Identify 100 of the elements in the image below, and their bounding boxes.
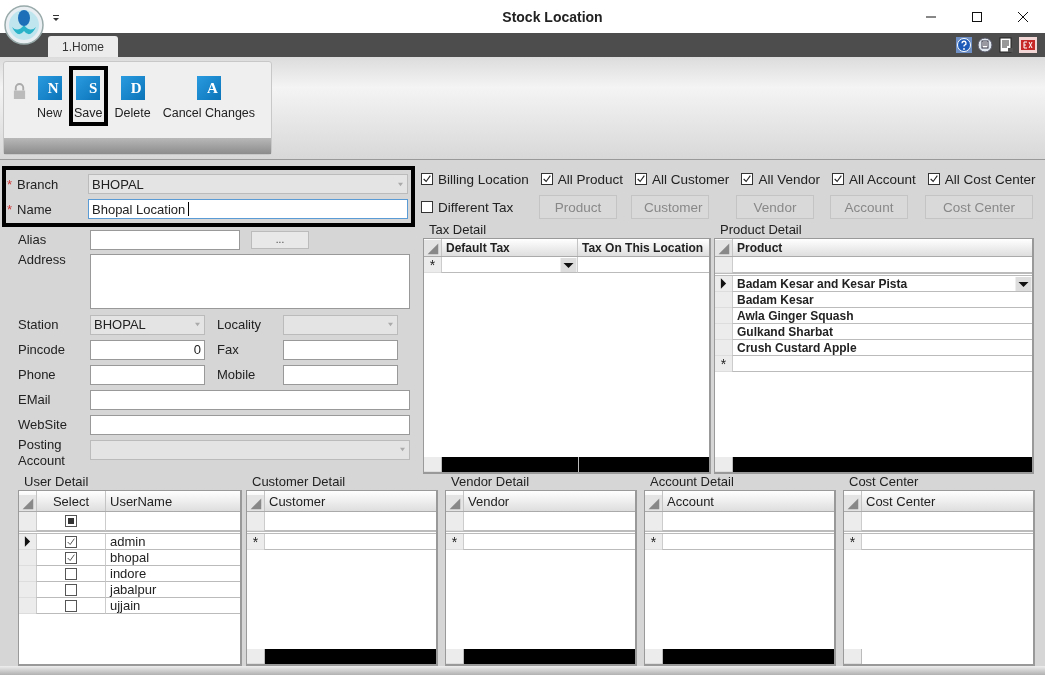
phone-field[interactable] <box>90 364 205 385</box>
table-cell[interactable]: admin <box>105 534 240 550</box>
address-field[interactable] <box>90 254 410 309</box>
corner-icon <box>446 495 463 511</box>
checkbox-label: All Cost Center <box>944 171 1036 187</box>
checkbox[interactable] <box>635 173 648 185</box>
toolbar-button[interactable]: A Cancel Changes <box>157 66 261 126</box>
filter-cell[interactable] <box>732 257 1032 273</box>
field-label: EMail <box>18 392 52 407</box>
checkbox[interactable] <box>65 551 77 564</box>
column-header[interactable]: Select <box>36 491 105 511</box>
row-pointer-icon <box>24 536 31 547</box>
column-header[interactable]: Tax On This Location <box>577 239 709 256</box>
filter-cell[interactable] <box>861 512 1033 531</box>
table-cell[interactable]: Crush Custard Apple <box>732 340 1032 356</box>
caret-icon <box>397 181 404 187</box>
table-cell[interactable] <box>463 534 635 550</box>
table-cell[interactable]: Awla Ginger Squash <box>732 308 1032 324</box>
close-icon[interactable] <box>1017 10 1029 23</box>
checkbox[interactable] <box>65 535 77 548</box>
pincode-field[interactable]: 0 <box>90 339 205 360</box>
filter-cell[interactable] <box>264 512 436 531</box>
dropdown-icon[interactable] <box>560 257 577 272</box>
table-cell[interactable]: bhopal <box>105 550 240 566</box>
checkbox[interactable] <box>421 173 433 185</box>
field-label: * Name <box>6 201 53 217</box>
dropdown-icon[interactable] <box>1015 276 1032 291</box>
field-label: Address <box>18 252 67 267</box>
table-cell[interactable] <box>662 534 834 550</box>
row-header <box>844 649 861 664</box>
checkbox-label: All Vendor <box>758 171 820 187</box>
checkbox[interactable] <box>65 583 77 596</box>
new-row-marker: * <box>715 356 732 372</box>
filter-cell[interactable] <box>105 512 240 531</box>
table-cell[interactable]: Badam Kesar and Kesar Pista <box>732 276 1032 292</box>
column-header[interactable]: Default Tax <box>441 239 577 256</box>
caret-icon <box>399 447 406 452</box>
checkbox[interactable] <box>421 201 433 213</box>
row-header <box>247 649 264 664</box>
checkbox[interactable] <box>65 599 77 612</box>
row-header <box>247 512 264 531</box>
dropdown-icon[interactable] <box>52 14 60 22</box>
name-field[interactable]: Bhopal Location <box>88 199 408 219</box>
checkbox[interactable] <box>741 173 754 185</box>
corner-icon <box>844 495 861 511</box>
required-mark-icon: * <box>7 201 13 217</box>
table-cell[interactable]: Badam Kesar <box>732 292 1032 308</box>
ribbon-tab[interactable]: 1.Home <box>48 36 119 57</box>
column-header[interactable]: UserName <box>105 491 240 511</box>
field-label: Pincode <box>18 342 66 357</box>
row-header <box>715 457 732 472</box>
row-pointer-icon <box>720 278 727 289</box>
table-cell[interactable]: indore <box>105 566 240 582</box>
checkbox[interactable] <box>65 567 77 580</box>
row-header <box>446 512 463 531</box>
section-title: Cost Center <box>848 474 920 490</box>
fax-field[interactable] <box>283 339 398 360</box>
checkbox[interactable] <box>831 173 844 185</box>
table-cell[interactable] <box>861 534 1033 550</box>
table-cell[interactable]: ujjain <box>105 598 240 614</box>
table-cell[interactable]: jabalpur <box>105 582 240 598</box>
table-cell[interactable] <box>732 356 1032 372</box>
select-all-checkbox[interactable] <box>65 515 77 527</box>
corner-icon <box>645 495 662 511</box>
mobile-field[interactable] <box>283 364 398 385</box>
section-title: Account Detail <box>649 474 735 490</box>
scrollbar[interactable] <box>0 666 1045 675</box>
table-cell[interactable] <box>441 257 577 273</box>
exit-icon[interactable] <box>1019 37 1037 53</box>
checkbox[interactable] <box>540 173 553 185</box>
section-title: User Detail <box>23 474 90 490</box>
toolbar-button[interactable]: N New <box>32 66 67 126</box>
help-icon[interactable] <box>956 37 972 53</box>
filter-cell[interactable] <box>662 512 834 531</box>
table-cell[interactable] <box>577 257 709 273</box>
toolbar-button[interactable]: D Delete <box>109 66 156 126</box>
maximize-icon[interactable] <box>971 10 983 23</box>
email-field[interactable] <box>90 389 410 410</box>
table-cell[interactable] <box>264 534 436 550</box>
table-cell[interactable]: Gulkand Sharbat <box>732 324 1032 340</box>
checkbox-label: All Account <box>848 171 916 187</box>
toolbar-button[interactable]: S Save <box>69 66 108 126</box>
window-title: Stock Location <box>501 8 603 25</box>
new-row-marker: * <box>645 534 662 550</box>
filter-cell[interactable] <box>463 512 635 531</box>
document-icon[interactable] <box>998 37 1014 53</box>
row-header <box>645 512 662 531</box>
alias-field[interactable] <box>90 229 240 250</box>
monitor-icon[interactable] <box>977 37 993 53</box>
section-title: Tax Detail <box>428 222 488 238</box>
required-mark-icon: * <box>7 176 13 192</box>
section-title: Product Detail <box>719 222 803 238</box>
corner-icon <box>19 495 36 511</box>
field-label: Station <box>18 317 60 332</box>
checkbox-label: Different Tax <box>438 199 514 215</box>
checkbox[interactable] <box>927 173 940 185</box>
browse-button[interactable]: ... <box>251 230 309 249</box>
field-label: * Branch <box>6 176 60 192</box>
website-field[interactable] <box>90 414 410 435</box>
book-icon: S <box>76 76 101 100</box>
